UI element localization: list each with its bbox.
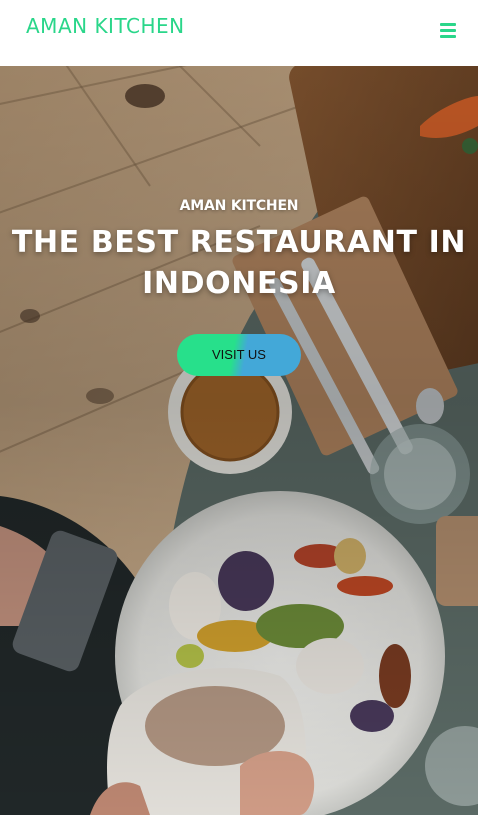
hero-headline: THE BEST RESTAURANT IN INDONESIA bbox=[11, 225, 467, 301]
hero-section: AMAN KITCHEN THE BEST RESTAURANT IN INDO… bbox=[0, 66, 478, 815]
hero-content: AMAN KITCHEN THE BEST RESTAURANT IN INDO… bbox=[0, 198, 478, 376]
visit-us-button[interactable]: VISIT US bbox=[177, 334, 301, 376]
hero-background-photo bbox=[0, 66, 478, 815]
navbar: AMAN KITCHEN bbox=[0, 0, 478, 66]
hamburger-menu-icon[interactable] bbox=[440, 23, 458, 41]
brand-logo[interactable]: AMAN KITCHEN bbox=[26, 14, 185, 38]
hero-eyebrow: AMAN KITCHEN bbox=[179, 198, 299, 214]
